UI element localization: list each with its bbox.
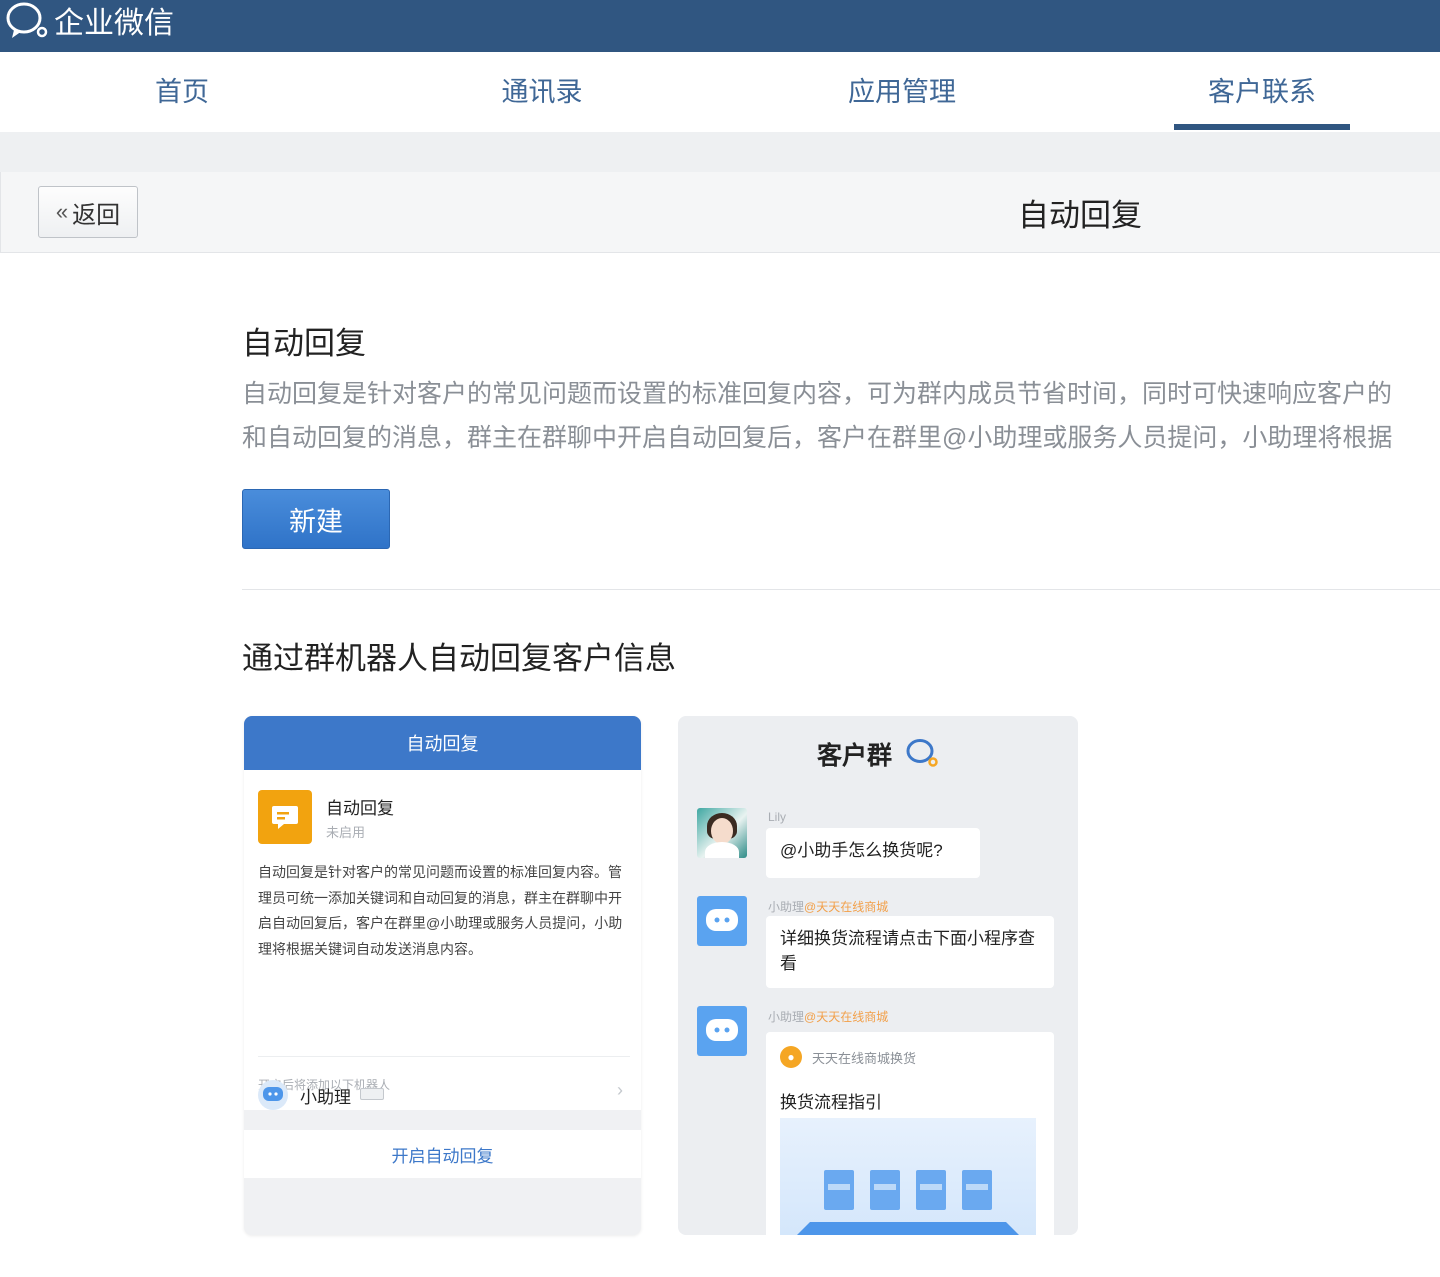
- feature-description: 自动回复是针对客户的常见问题而设置的标准回复内容。管理员可统一添加关键词和自动回…: [258, 864, 623, 957]
- feature-status: 未启用: [326, 825, 366, 840]
- top-bar: 企业微信: [0, 0, 1440, 52]
- bot-avatar-icon: [697, 1006, 747, 1056]
- lily-avatar: [697, 808, 747, 858]
- back-button[interactable]: « 返回: [38, 186, 138, 238]
- preview-header: 自动回复: [244, 716, 641, 770]
- robot-section-title: 通过群机器人自动回复客户信息: [242, 641, 676, 676]
- mini-program-icon: ●: [780, 1046, 802, 1068]
- message-bubble: @小助手怎么换货呢?: [766, 828, 980, 878]
- robot-avatar-icon: [258, 1080, 288, 1110]
- card-illustration: [780, 1118, 1036, 1235]
- new-button[interactable]: 新建: [242, 489, 390, 549]
- tab-contacts[interactable]: 通讯录: [470, 52, 614, 132]
- wecom-logo-icon: [6, 2, 48, 38]
- sender-name: Lily: [768, 810, 787, 824]
- robot-name: 小助理: [300, 1088, 351, 1107]
- auto-reply-preview: 自动回复 自动回复 未启用 自动回复是针对客户的常见问题而设置的标准回复内容。管…: [244, 716, 641, 1235]
- tab-app-management[interactable]: 应用管理: [828, 52, 976, 132]
- page-header: [0, 172, 1440, 253]
- card-source: ● 天天在线商城换货: [780, 1046, 916, 1068]
- tab-customer-contact[interactable]: 客户联系: [1188, 52, 1336, 132]
- back-label: 返回: [72, 201, 121, 229]
- group-title: 客户群: [678, 736, 1078, 772]
- auto-reply-card: 自动回复 未启用 自动回复是针对客户的常见问题而设置的标准回复内容。管理员可统一…: [244, 770, 641, 1110]
- wecom-logo-icon: [906, 739, 938, 767]
- message-icon: [258, 790, 312, 844]
- double-chevron-left-icon: «: [55, 199, 69, 224]
- main-nav: 首页 通讯录 应用管理 客户联系: [0, 52, 1440, 132]
- mini-program-card[interactable]: ● 天天在线商城换货 换货流程指引: [766, 1032, 1054, 1235]
- section-title: 自动回复: [242, 326, 366, 361]
- tab-home[interactable]: 首页: [122, 52, 242, 132]
- description-line-2: 和自动回复的消息，群主在群聊中开启自动回复后，客户在群里@小助理或服务人员提问，…: [242, 424, 1393, 452]
- enable-auto-reply-button[interactable]: 开启自动回复: [244, 1120, 641, 1178]
- page-background-strip: [0, 132, 1440, 172]
- page-title: 自动回复: [1018, 198, 1142, 233]
- app-logo[interactable]: 企业微信: [4, 0, 174, 40]
- feature-name: 自动回复: [326, 799, 394, 818]
- robot-tag-icon: [360, 1088, 384, 1100]
- section-divider: [242, 589, 1440, 590]
- sender-name: 小助理@天天在线商城: [768, 900, 889, 914]
- sender-name: 小助理@天天在线商城: [768, 1010, 889, 1024]
- section-description: 自动回复是针对客户的常见问题而设置的标准回复内容，可为群内成员节省时间，同时可快…: [242, 372, 1440, 460]
- bot-avatar-icon: [697, 896, 747, 946]
- group-title-text: 客户群: [817, 742, 893, 770]
- chevron-right-icon: ›: [617, 1080, 623, 1100]
- description-line-1: 自动回复是针对客户的常见问题而设置的标准回复内容，可为群内成员节省时间，同时可快…: [242, 380, 1393, 408]
- app-title: 企业微信: [54, 7, 174, 40]
- card-divider: [258, 1056, 630, 1057]
- active-tab-indicator: [1174, 124, 1350, 130]
- card-title: 换货流程指引: [780, 1093, 882, 1112]
- message-bubble: 详细换货流程请点击下面小程序查看: [766, 916, 1054, 988]
- customer-group-preview: 客户群 Lily @小助手怎么换货呢? 小助理@天天在线商城 详细换货流程请点击…: [678, 716, 1078, 1235]
